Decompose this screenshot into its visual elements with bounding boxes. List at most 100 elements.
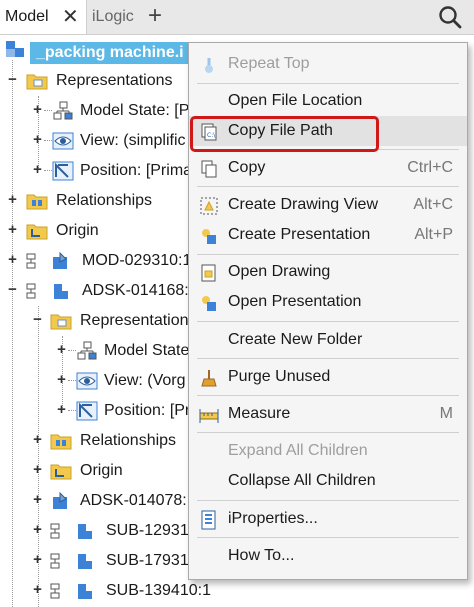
search-button[interactable] — [436, 4, 464, 30]
close-icon[interactable]: ✕ — [62, 0, 79, 34]
tree-item-view[interactable]: + View: (simplific — [0, 126, 188, 156]
tree-connector — [44, 140, 52, 141]
tree-item-mod-029310[interactable]: + MOD-029310:1 — [0, 246, 191, 276]
menu-item-copy[interactable]: Copy Ctrl+C — [189, 153, 467, 183]
expand-icon[interactable]: + — [56, 372, 67, 387]
menu-item-collapse-all-children[interactable]: Collapse All Children — [189, 466, 467, 496]
expand-icon[interactable]: + — [7, 222, 18, 237]
collapse-icon[interactable]: − — [7, 72, 18, 87]
properties-icon — [201, 510, 216, 530]
expand-icon[interactable]: + — [56, 342, 67, 357]
tree-item-representations[interactable]: − Representations — [0, 66, 188, 96]
tab-ilogic[interactable]: iLogic — [92, 0, 134, 34]
search-icon — [439, 6, 462, 29]
constraint-icon — [50, 583, 60, 599]
menu-label: Create Drawing View — [228, 196, 378, 213]
menu-item-create-new-folder[interactable]: Create New Folder — [189, 325, 467, 355]
menu-item-purge-unused[interactable]: Purge Unused — [189, 362, 467, 392]
model-state-icon — [77, 341, 97, 360]
tree-root-node[interactable]: _packing machine.i — [0, 34, 218, 64]
menu-label: Expand All Children — [228, 442, 368, 459]
constraint-icon — [26, 283, 36, 299]
expand-icon[interactable]: + — [32, 462, 43, 477]
expand-icon[interactable]: + — [56, 402, 67, 417]
menu-item-open-presentation[interactable]: Open Presentation — [189, 287, 467, 317]
expand-icon[interactable]: + — [32, 162, 43, 177]
expand-icon[interactable]: + — [7, 252, 18, 267]
assembly-icon — [78, 524, 92, 539]
tree-connector — [44, 110, 52, 111]
tree-item-model-state[interactable]: + Model State: [P — [0, 96, 189, 126]
tree-item-position[interactable]: + Position: [Prima — [0, 156, 192, 186]
expand-icon[interactable]: + — [7, 192, 18, 207]
expand-icon[interactable]: + — [32, 492, 43, 507]
menu-item-how-to[interactable]: How To... — [189, 541, 467, 571]
model-state-icon — [53, 101, 73, 120]
expand-icon[interactable]: + — [32, 102, 43, 117]
menu-item-create-drawing-view[interactable]: Create Drawing View Alt+C — [189, 190, 467, 220]
drawing-icon — [201, 264, 216, 282]
part-icon — [53, 251, 67, 269]
expand-icon[interactable]: + — [32, 522, 43, 537]
eye-icon — [52, 132, 74, 150]
menu-label: How To... — [228, 547, 295, 564]
tree-item-adsk-014078[interactable]: + ADSK-014078: — [0, 486, 188, 516]
menu-label: Create Presentation — [228, 226, 371, 243]
menu-label: Repeat Top — [228, 55, 310, 72]
tree-label: View: (Vorg — [104, 372, 186, 389]
highlight-callout — [190, 116, 379, 152]
expand-icon[interactable]: + — [32, 582, 43, 597]
browser-tab-bar: Model ✕ iLogic + — [0, 0, 474, 35]
tree-label: ADSK-014168: — [82, 282, 189, 299]
menu-separator — [197, 432, 459, 433]
menu-separator — [197, 321, 459, 322]
origin-folder-icon — [26, 224, 48, 240]
tree-item-sub-representations[interactable]: − Representations — [0, 306, 197, 336]
menu-item-create-presentation[interactable]: Create Presentation Alt+P — [189, 220, 467, 250]
tree-item-sub-relationships[interactable]: + Relationships — [0, 426, 188, 456]
menu-item-open-drawing[interactable]: Open Drawing — [189, 257, 467, 287]
collapse-icon[interactable]: − — [32, 312, 43, 327]
tree-label: Relationships — [56, 192, 153, 209]
add-tab-icon[interactable]: + — [148, 0, 162, 32]
menu-item-open-file-location[interactable]: Open File Location — [189, 86, 467, 116]
menu-separator — [197, 537, 459, 538]
tab-ilogic-label: iLogic — [92, 8, 134, 25]
tree-connector — [68, 350, 76, 351]
tree-item-sub-12931[interactable]: + SUB-12931( — [0, 516, 194, 546]
tab-model[interactable]: Model ✕ — [0, 0, 87, 34]
tree-item-sub-origin[interactable]: + Origin — [0, 456, 188, 486]
menu-shortcut: Ctrl+C — [407, 159, 453, 176]
menu-label: Create New Folder — [228, 331, 363, 348]
menu-item-expand-all-children[interactable]: Expand All Children — [189, 436, 467, 466]
tree-item-sub-view[interactable]: + View: (Vorg — [0, 366, 188, 396]
assembly-icon — [54, 284, 68, 299]
eye-icon — [76, 372, 98, 390]
menu-item-iproperties[interactable]: iProperties... — [189, 504, 467, 534]
tree-item-origin[interactable]: + Origin — [0, 216, 188, 246]
menu-item-repeat-top[interactable]: Repeat Top — [189, 49, 467, 79]
tree-connector — [68, 410, 76, 411]
repeat-icon — [205, 58, 213, 73]
tab-model-label: Model — [5, 8, 49, 25]
menu-separator — [197, 500, 459, 501]
tree-label: Representations — [80, 312, 197, 329]
tree-item-sub-139410[interactable]: + SUB-139410:1 — [0, 576, 230, 606]
position-icon — [76, 401, 98, 421]
tree-item-adsk-014168[interactable]: − ADSK-014168: — [0, 276, 189, 306]
menu-separator — [197, 254, 459, 255]
assembly-icon — [78, 584, 92, 599]
menu-item-measure[interactable]: Measure M — [189, 399, 467, 429]
tree-label: Representations — [56, 72, 173, 89]
tree-item-sub-position[interactable]: + Position: [Pr — [0, 396, 190, 426]
tree-item-sub-model-state[interactable]: + Model State — [0, 336, 189, 366]
expand-icon[interactable]: + — [32, 132, 43, 147]
expand-icon[interactable]: + — [32, 432, 43, 447]
tree-item-relationships[interactable]: + Relationships — [0, 186, 188, 216]
constraint-icon — [50, 523, 60, 539]
collapse-icon[interactable]: − — [7, 282, 18, 297]
tree-connector — [44, 170, 52, 171]
tree-item-sub-17931[interactable]: + SUB-17931( — [0, 546, 194, 576]
expand-icon[interactable]: + — [32, 552, 43, 567]
constraint-icon — [50, 553, 60, 569]
